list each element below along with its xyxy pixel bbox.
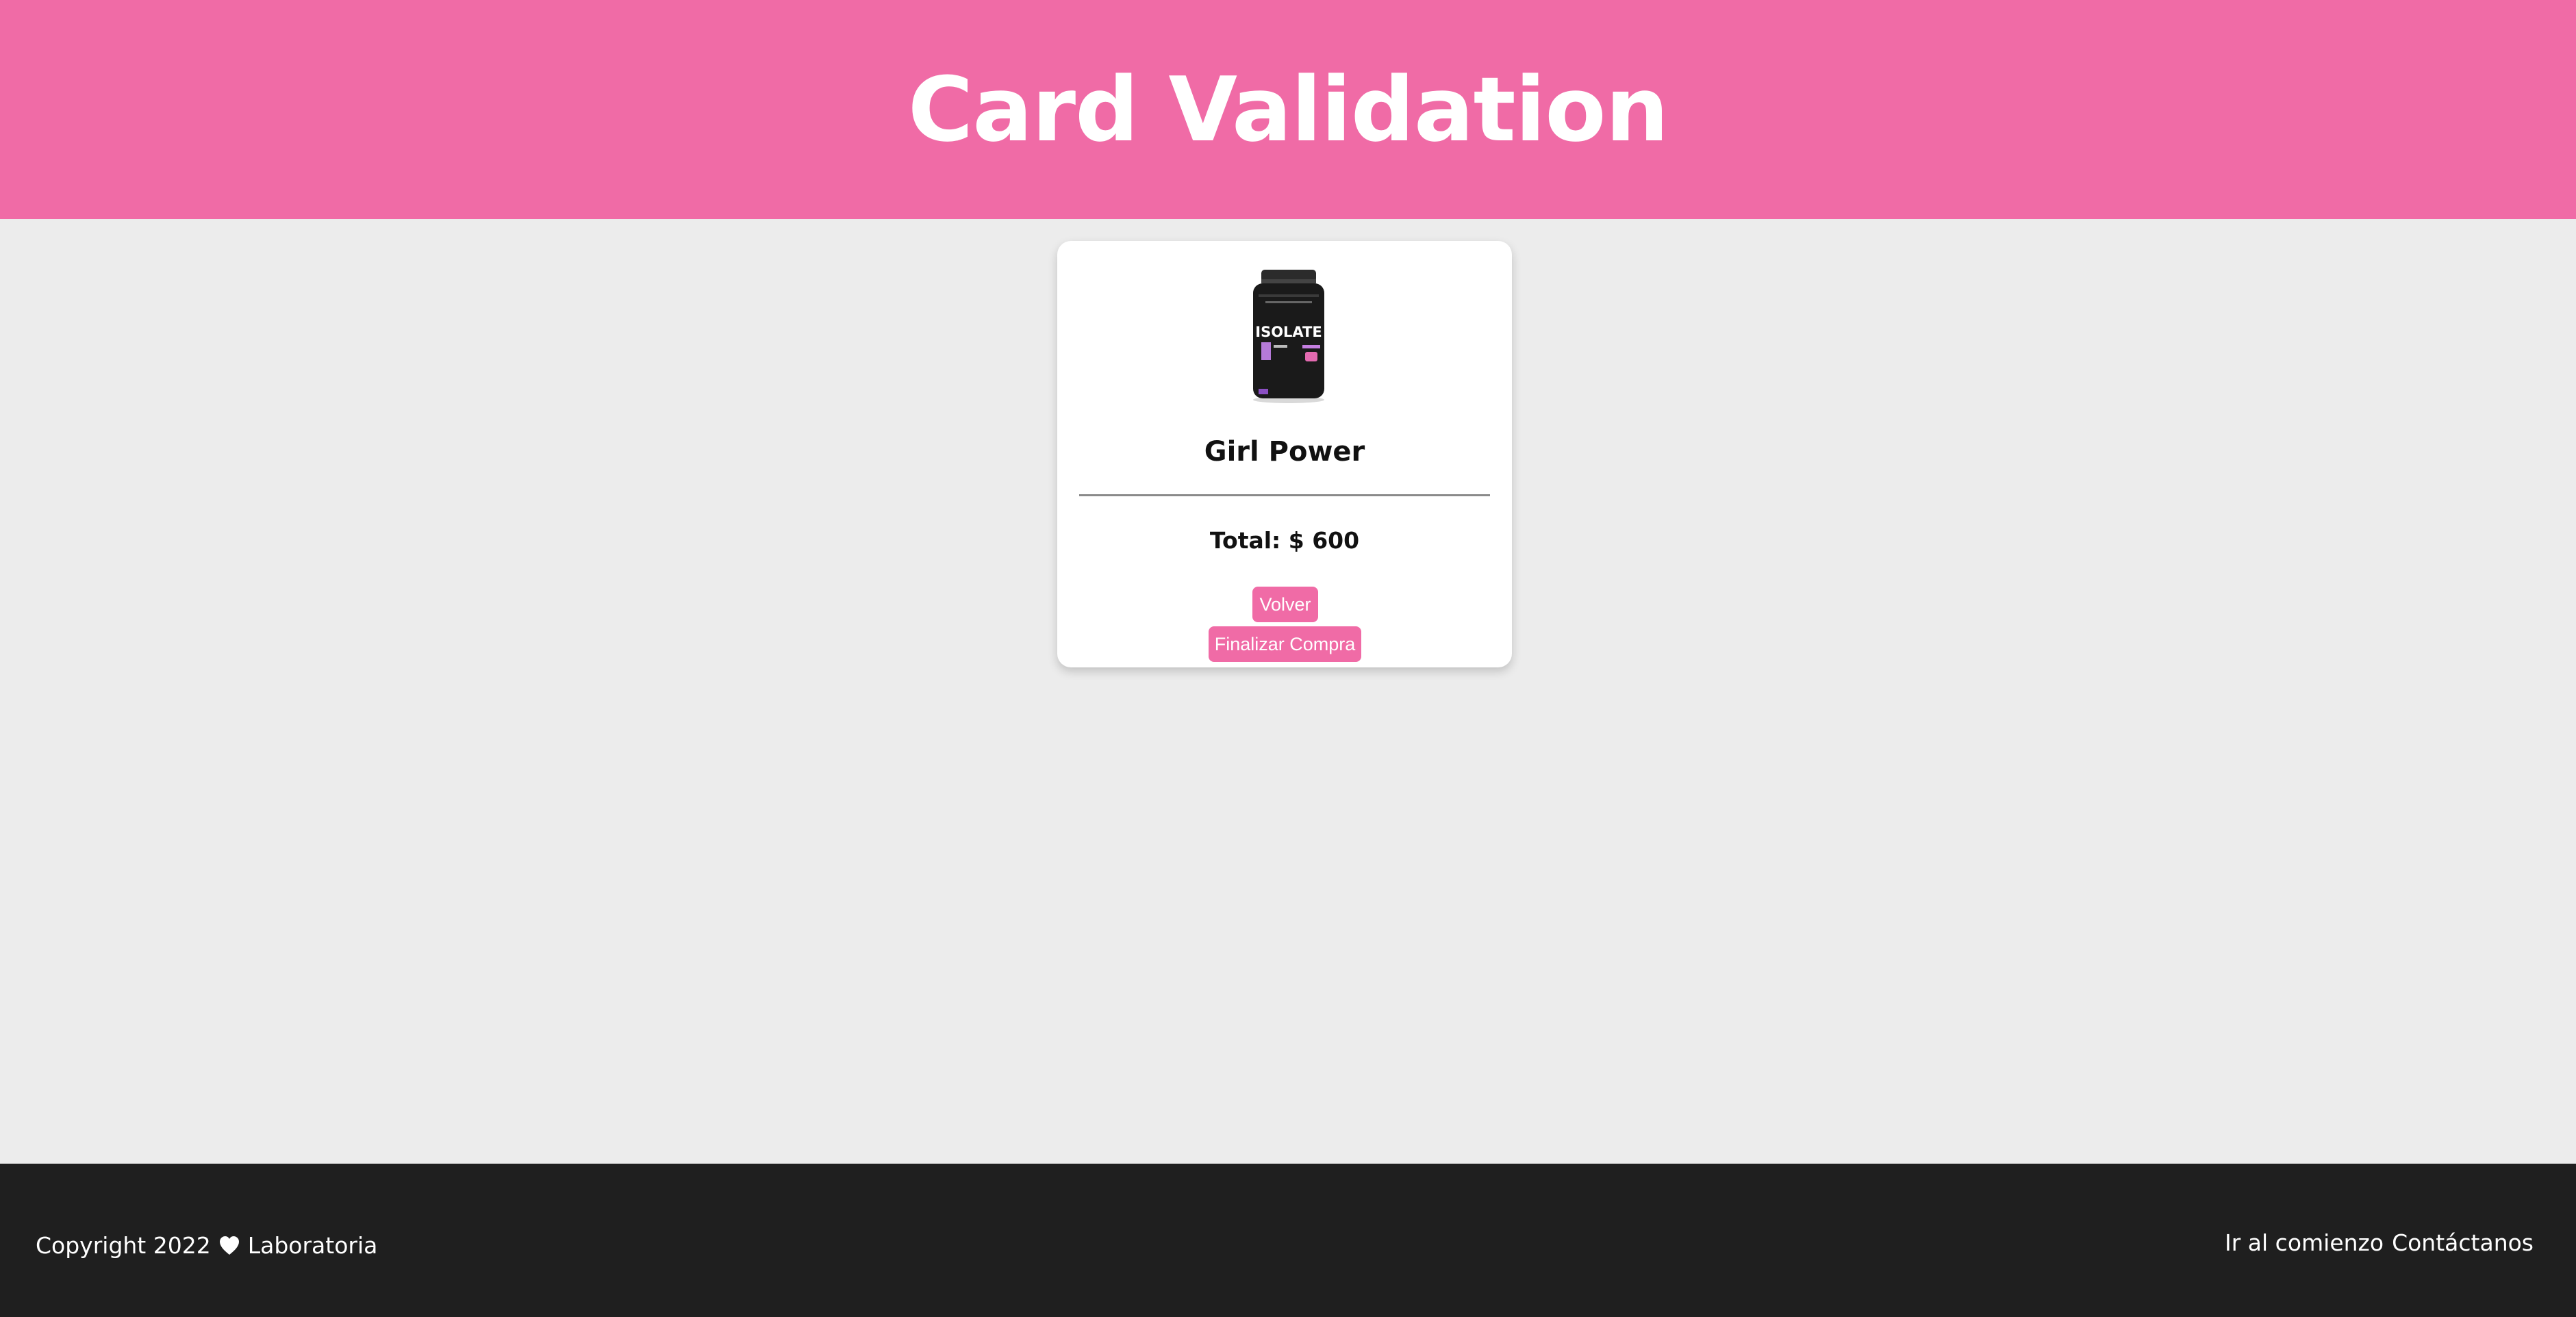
back-button[interactable]: Volver	[1252, 587, 1318, 622]
product-name: Girl Power	[1204, 436, 1365, 468]
page-footer: Copyright 2022 Laboratoria Ir al comienz…	[0, 1164, 2576, 1317]
svg-text:ISOLATE: ISOLATE	[1255, 324, 1322, 340]
finish-purchase-button[interactable]: Finalizar Compra	[1209, 626, 1361, 662]
back-to-top-link[interactable]: Ir al comienzo	[2225, 1229, 2384, 1256]
heart-icon	[219, 1236, 239, 1255]
organization-name: Laboratoria	[247, 1232, 378, 1259]
product-image: ISOLATE	[1253, 270, 1324, 403]
contact-link[interactable]: Contáctanos	[2392, 1229, 2534, 1256]
product-card: ISOLATE Girl Power Total: $ 600 Volver F…	[1057, 241, 1512, 667]
page-header: Card Validation	[0, 0, 2576, 219]
order-total: Total: $ 600	[1209, 527, 1360, 554]
copyright: Copyright 2022 Laboratoria	[36, 1232, 377, 1259]
divider	[1079, 494, 1490, 496]
copyright-text: Copyright 2022	[36, 1232, 211, 1259]
footer-links: Ir al comienzo Contáctanos	[2225, 1229, 2534, 1256]
page-title: Card Validation	[907, 57, 1669, 162]
